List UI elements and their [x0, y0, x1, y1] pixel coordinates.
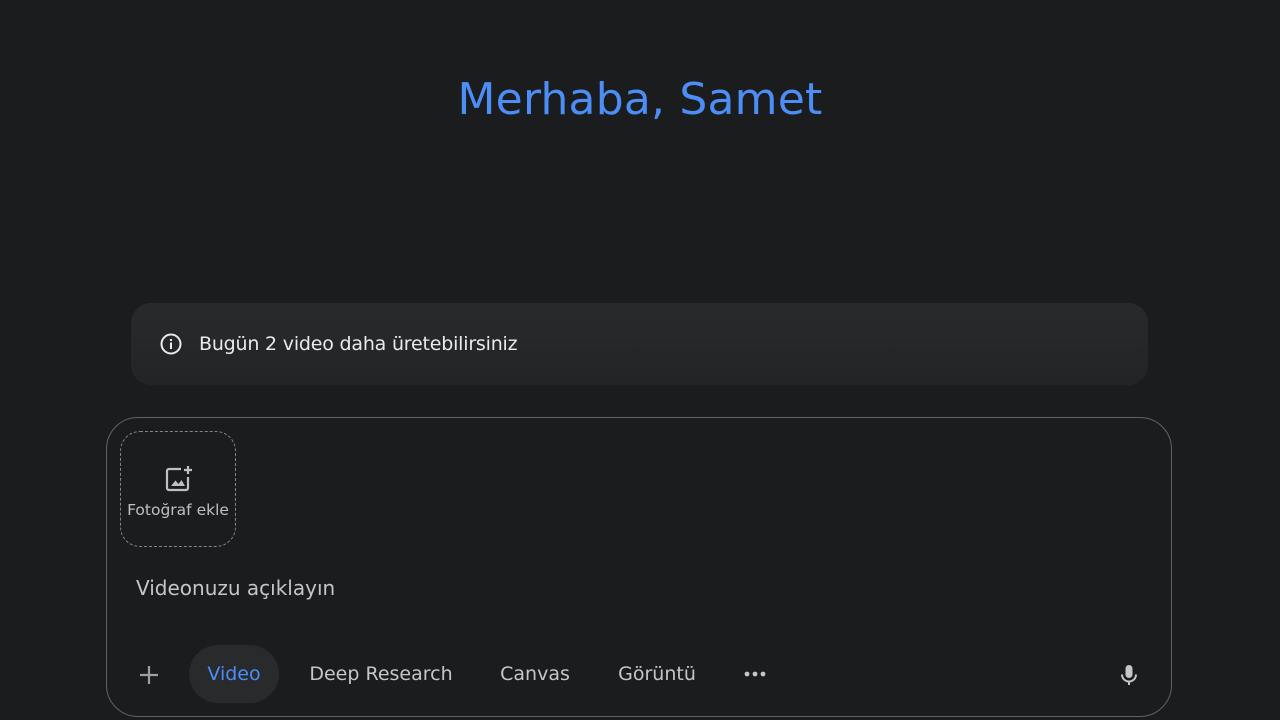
- add-attachment-button[interactable]: [129, 655, 169, 695]
- tool-image-chip[interactable]: Görüntü: [605, 645, 709, 703]
- tool-deep-research-label: Deep Research: [309, 663, 453, 685]
- info-banner: Bugün 2 video daha üretebilirsiniz: [131, 303, 1148, 385]
- tool-video-label: Video: [207, 663, 261, 685]
- composer-toolbar: Video Deep Research Canvas Görüntü: [107, 645, 1171, 705]
- more-horizontal-icon: [744, 671, 766, 677]
- tool-deep-research-chip[interactable]: Deep Research: [297, 645, 465, 703]
- microphone-button[interactable]: [1109, 655, 1149, 695]
- more-tools-button[interactable]: [733, 645, 777, 703]
- gemini-page: Merhaba, Samet Bugün 2 video daha üreteb…: [0, 0, 1280, 720]
- info-banner-text: Bugün 2 video daha üretebilirsiniz: [199, 333, 518, 355]
- add-photo-icon: [165, 466, 192, 492]
- microphone-icon: [1121, 665, 1137, 685]
- tool-canvas-label: Canvas: [500, 663, 570, 685]
- prompt-input[interactable]: [136, 570, 1136, 606]
- tool-video-chip[interactable]: Video: [189, 645, 279, 703]
- tool-image-label: Görüntü: [618, 663, 696, 685]
- add-photo-label: Fotoğraf ekle: [127, 501, 229, 519]
- greeting-title: Merhaba, Samet: [457, 74, 823, 125]
- prompt-composer: Fotoğraf ekle Video Deep Research Canvas…: [106, 417, 1172, 717]
- info-icon: [159, 332, 183, 356]
- tool-canvas-chip[interactable]: Canvas: [489, 645, 581, 703]
- add-photo-button[interactable]: Fotoğraf ekle: [120, 431, 236, 547]
- plus-icon: [140, 666, 158, 684]
